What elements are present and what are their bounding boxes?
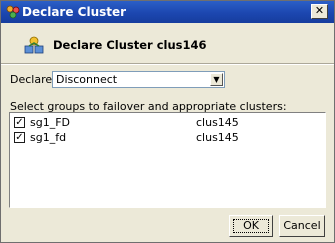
cancel-button[interactable]: Cancel	[279, 215, 325, 237]
declare-cluster-icon	[24, 36, 44, 54]
declare-label: Declare	[10, 73, 53, 86]
declare-cluster-dialog: Declare Cluster ✕ Declare Cluster clus14…	[0, 0, 335, 243]
header-divider	[1, 63, 334, 65]
cluster-name: clus145	[196, 131, 239, 144]
cluster-icon	[6, 5, 20, 19]
group-name: sg1_FD	[30, 116, 71, 129]
list-item[interactable]: ✓ sg1_FD clus145	[14, 116, 314, 130]
ok-button[interactable]: OK	[229, 215, 273, 237]
dialog-heading: Declare Cluster clus146	[53, 38, 207, 52]
declare-selected-value: Disconnect	[56, 73, 118, 86]
title-bar[interactable]: Declare Cluster ✕	[1, 1, 334, 23]
group-checkbox[interactable]: ✓	[14, 132, 25, 143]
group-checkbox[interactable]: ✓	[14, 117, 25, 128]
close-icon: ✕	[314, 4, 325, 17]
chevron-down-icon[interactable]: ▼	[210, 73, 223, 86]
list-item[interactable]: ✓ sg1_fd clus145	[14, 131, 314, 145]
group-name: sg1_fd	[30, 131, 67, 144]
declare-dropdown[interactable]: Disconnect ▼	[52, 71, 225, 88]
cluster-name: clus145	[196, 116, 239, 129]
groups-list[interactable]: ✓ sg1_FD clus145 ✓ sg1_fd clus145	[9, 112, 326, 208]
close-button[interactable]: ✕	[311, 4, 328, 19]
window-title: Declare Cluster	[22, 5, 127, 19]
ok-label: OK	[233, 219, 269, 233]
